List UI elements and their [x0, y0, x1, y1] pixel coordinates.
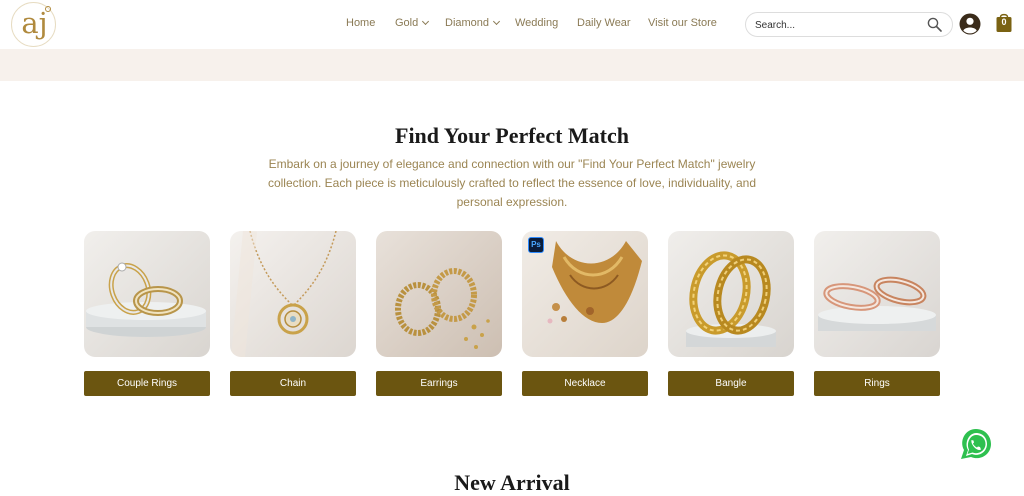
cart-button[interactable]: 0 [995, 12, 1013, 33]
category-image-couple-rings[interactable] [84, 231, 210, 357]
category-button-bangle[interactable]: Bangle [668, 371, 794, 396]
section-title: Find Your Perfect Match [395, 123, 629, 148]
nav-visit-store-label: Visit our Store [648, 17, 717, 29]
nav-wedding[interactable]: Wedding [515, 17, 558, 33]
search-input[interactable] [755, 17, 925, 33]
nav-gold-label: Gold [395, 17, 419, 29]
category-button-earrings[interactable]: Earrings [376, 371, 502, 396]
category-image-rings[interactable] [814, 231, 940, 357]
category-image-bangle[interactable] [668, 231, 794, 357]
nav-daily-wear-label: Daily Wear [577, 17, 631, 29]
cart-count: 0 [1001, 17, 1007, 27]
promo-banner-strip [0, 49, 1024, 81]
nav-home[interactable]: Home [346, 17, 375, 33]
category-button-necklace[interactable]: Necklace [522, 371, 648, 396]
nav-gold[interactable]: Gold [395, 17, 430, 33]
photoshop-badge: Ps [528, 237, 544, 253]
new-arrival-title: New Arrival [454, 470, 570, 495]
whatsapp-icon[interactable] [955, 424, 995, 464]
user-account-icon[interactable] [959, 13, 981, 35]
category-button-couple-rings[interactable]: Couple Rings [84, 371, 210, 396]
chevron-down-icon [492, 17, 501, 26]
section-description: Embark on a journey of elegance and conn… [267, 157, 757, 209]
nav-wedding-label: Wedding [515, 17, 559, 29]
category-image-chain[interactable] [230, 231, 356, 357]
nav-daily-wear[interactable]: Daily Wear [577, 17, 631, 33]
chevron-down-icon [422, 17, 430, 26]
nav-home-label: Home [346, 17, 376, 29]
site-header: aj Home Gold Diamond Wedding Daily Wear … [0, 0, 1024, 49]
nav-diamond-label: Diamond [445, 17, 490, 29]
nav-diamond[interactable]: Diamond [445, 17, 501, 33]
category-button-chain[interactable]: Chain [230, 371, 356, 396]
search-icon[interactable] [927, 17, 942, 32]
search-box [745, 12, 953, 37]
category-button-rings[interactable]: Rings [814, 371, 940, 396]
brand-logo[interactable]: aj [11, 2, 56, 47]
category-image-earrings[interactable] [376, 231, 502, 357]
logo-diamond-dot [45, 6, 51, 12]
nav-visit-store[interactable]: Visit our Store [648, 17, 717, 33]
